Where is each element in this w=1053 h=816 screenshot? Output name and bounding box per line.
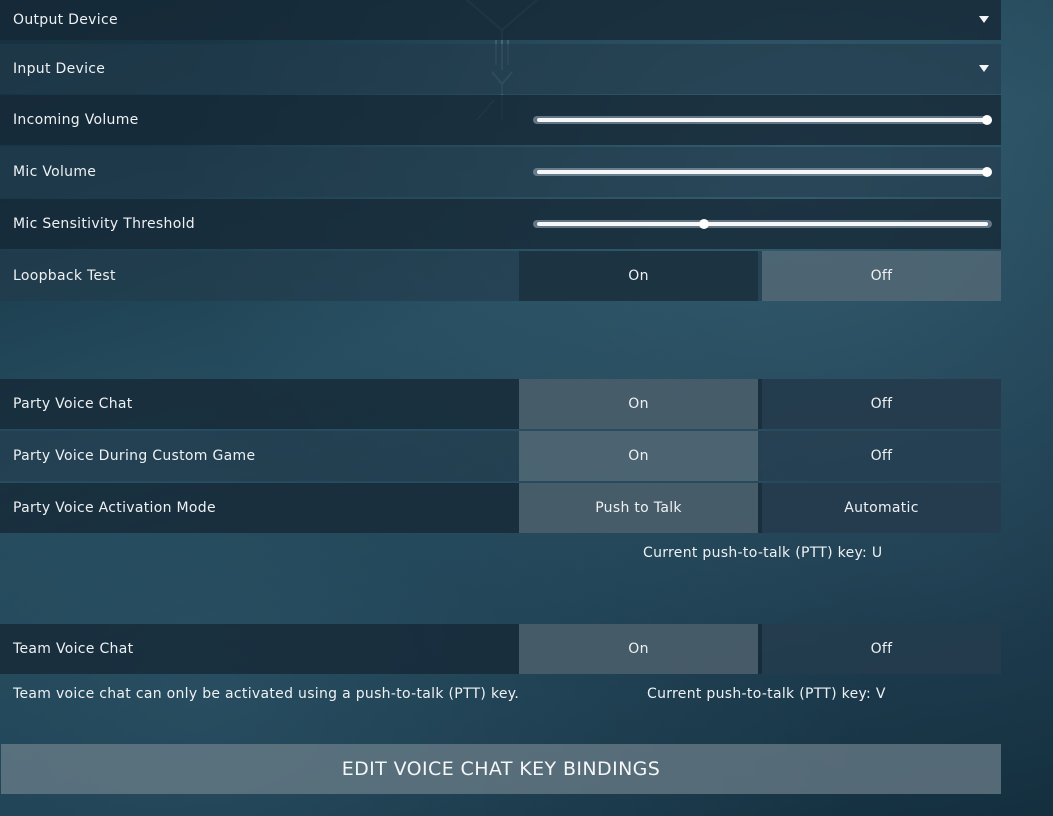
party-custom-game-on-button[interactable]: On [519, 431, 758, 481]
chevron-down-icon[interactable] [979, 65, 989, 72]
slider-thumb[interactable] [982, 115, 992, 125]
team-voice-chat-label: Team Voice Chat [13, 641, 134, 657]
mic-volume-row: Mic Volume [0, 147, 1001, 197]
input-device-row[interactable]: Input Device [0, 44, 1001, 94]
output-device-row[interactable]: Output Device [0, 0, 1001, 40]
loopback-test-row: Loopback Test On Off [0, 251, 1001, 301]
mic-sensitivity-slider[interactable] [533, 218, 992, 230]
loopback-off-button[interactable]: Off [762, 251, 1001, 301]
team-voice-note: Team voice chat can only be activated us… [13, 686, 520, 702]
incoming-volume-label: Incoming Volume [13, 112, 139, 128]
slider-fill [537, 170, 988, 174]
mic-volume-label: Mic Volume [13, 164, 97, 180]
incoming-volume-slider[interactable] [533, 114, 992, 126]
slider-fill [537, 222, 988, 226]
slider-thumb[interactable] [982, 167, 992, 177]
party-voice-chat-off-button[interactable]: Off [762, 379, 1001, 429]
party-voice-custom-game-label: Party Voice During Custom Game [13, 448, 256, 464]
party-custom-game-off-button[interactable]: Off [762, 431, 1001, 481]
incoming-volume-row: Incoming Volume [0, 95, 1001, 145]
team-voice-chat-row: Team Voice Chat On Off [0, 624, 1001, 674]
team-voice-chat-off-button[interactable]: Off [762, 624, 1001, 674]
slider-thumb[interactable] [699, 219, 709, 229]
edit-voice-chat-key-bindings-button[interactable]: EDIT VOICE CHAT KEY BINDINGS [1, 744, 1001, 794]
chevron-down-icon[interactable] [979, 16, 989, 23]
party-voice-activation-label: Party Voice Activation Mode [13, 500, 216, 516]
team-voice-chat-on-button[interactable]: On [519, 624, 758, 674]
mic-sensitivity-label: Mic Sensitivity Threshold [13, 216, 195, 232]
input-device-label: Input Device [13, 61, 106, 77]
push-to-talk-button[interactable]: Push to Talk [519, 483, 758, 533]
loopback-test-label: Loopback Test [13, 268, 116, 284]
slider-fill [537, 118, 988, 122]
team-ptt-key-text: Current push-to-talk (PTT) key: V [647, 686, 886, 702]
mic-volume-slider[interactable] [533, 166, 992, 178]
party-ptt-key-text: Current push-to-talk (PTT) key: U [643, 545, 883, 561]
party-voice-chat-label: Party Voice Chat [13, 396, 133, 412]
party-voice-activation-row: Party Voice Activation Mode Push to Talk… [0, 483, 1001, 533]
output-device-label: Output Device [13, 12, 118, 28]
loopback-on-button[interactable]: On [519, 251, 758, 301]
automatic-button[interactable]: Automatic [762, 483, 1001, 533]
party-voice-chat-on-button[interactable]: On [519, 379, 758, 429]
mic-sensitivity-row: Mic Sensitivity Threshold [0, 199, 1001, 249]
party-voice-custom-game-row: Party Voice During Custom Game On Off [0, 431, 1001, 481]
party-voice-chat-row: Party Voice Chat On Off [0, 379, 1001, 429]
